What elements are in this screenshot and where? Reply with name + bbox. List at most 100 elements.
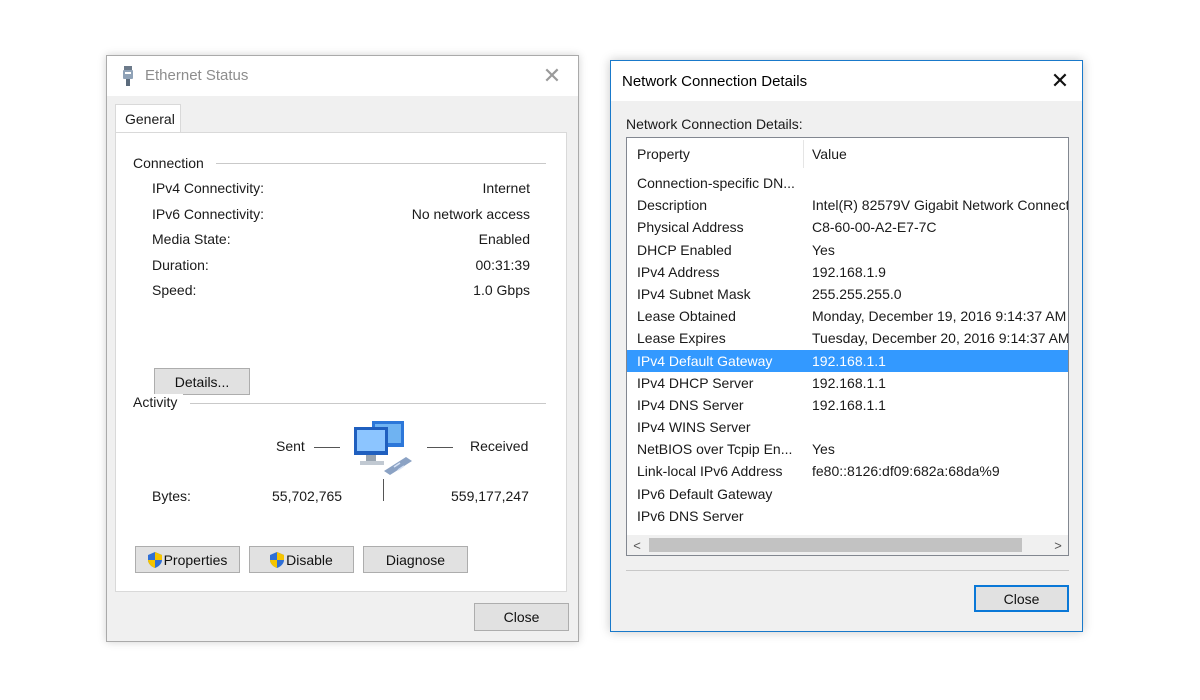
table-row[interactable]: IPv4 WINS Server [627, 416, 1068, 438]
horizontal-scrollbar[interactable]: < > [627, 535, 1068, 555]
scrollbar-thumb[interactable] [649, 538, 1022, 552]
speed-value: 1.0 Gbps [473, 282, 530, 298]
table-row[interactable]: IPv6 Default Gateway [627, 483, 1068, 505]
ethernet-status-window: Ethernet Status ✕ General Connection IPv… [106, 55, 579, 642]
window-title: Network Connection Details [622, 73, 808, 90]
table-row[interactable]: IPv4 DHCP Server 192.168.1.1 [627, 372, 1068, 394]
bytes-sent-value: 55,702,765 [272, 488, 343, 504]
property-cell: Description [637, 197, 708, 214]
properties-button[interactable]: Properties [135, 546, 240, 573]
bytes-received-value: 559,177,247 [451, 488, 529, 504]
details-titlebar: Network Connection Details ✕ [611, 61, 1082, 101]
value-cell: Monday, December 19, 2016 9:14:37 AM [812, 308, 1067, 325]
property-cell: IPv4 Default Gateway [637, 352, 773, 369]
property-cell: DHCP Enabled [637, 241, 732, 258]
uac-shield-icon [147, 551, 162, 568]
table-row[interactable]: Description Intel(R) 82579V Gigabit Netwo… [627, 194, 1068, 216]
value-cell: 255.255.255.0 [812, 285, 902, 302]
ipv6-connectivity-value: No network access [411, 206, 530, 222]
value-cell: Tuesday, December 20, 2016 9:14:37 AM [812, 330, 1069, 347]
ipv4-connectivity-label: IPv4 Connectivity: [152, 180, 265, 196]
disable-label: Disable [286, 551, 333, 568]
table-row[interactable]: IPv4 Default Gateway 192.168.1.1 [627, 349, 1068, 372]
column-header-value[interactable]: Value [812, 146, 847, 162]
received-dash [427, 447, 453, 448]
property-cell: IPv4 DHCP Server [637, 374, 754, 391]
property-cell: Physical Address [637, 219, 744, 236]
details-list-label: Network Connection Details: [626, 116, 803, 132]
property-cell: Link-local IPv6 Address [637, 463, 783, 480]
details-close-button[interactable]: Close [974, 585, 1069, 612]
chevron-left-icon[interactable]: < [627, 536, 647, 554]
disable-button[interactable]: Disable [249, 546, 354, 573]
column-separator[interactable] [803, 140, 804, 168]
table-row[interactable]: IPv6 DNS Server [627, 505, 1068, 527]
chevron-right-icon[interactable]: > [1048, 536, 1068, 554]
property-cell: IPv4 Address [637, 263, 720, 280]
property-cell: IPv4 Subnet Mask [637, 285, 751, 302]
table-row[interactable]: IPv4 DNS Server 192.168.1.1 [627, 394, 1068, 416]
received-label: Received [470, 438, 529, 454]
value-cell: 192.168.1.9 [812, 263, 886, 280]
property-cell: IPv6 Default Gateway [637, 485, 773, 502]
table-row[interactable]: IPv4 Address 192.168.1.9 [627, 261, 1068, 283]
activity-divider [190, 403, 546, 404]
uac-shield-icon [270, 551, 285, 568]
value-cell: 192.168.1.1 [812, 396, 886, 413]
table-row[interactable]: Physical Address C8-60-00-A2-E7-7C [627, 216, 1068, 238]
table-row[interactable]: DHCP Enabled Yes [627, 239, 1068, 261]
media-state-value: Enabled [478, 231, 530, 247]
table-row[interactable]: IPv4 Subnet Mask 255.255.255.0 [627, 283, 1068, 305]
connection-divider [216, 163, 546, 164]
connection-group-label: Connection [133, 155, 210, 171]
value-cell: fe80::8126:df09:682a:68da%9 [812, 463, 1000, 480]
tab-general[interactable]: General [115, 104, 181, 132]
column-header-property[interactable]: Property [637, 146, 690, 162]
ethernet-plug-icon [123, 66, 133, 86]
table-row[interactable]: Link-local IPv6 Address fe80::8126:df09:6… [627, 460, 1068, 482]
network-computers-icon [354, 421, 412, 475]
media-state-label: Media State: [152, 231, 231, 247]
table-row[interactable]: Lease Expires Tuesday, December 20, 2016 … [627, 327, 1068, 349]
footer-divider [626, 570, 1069, 571]
activity-separator [383, 479, 384, 501]
duration-label: Duration: [152, 257, 209, 273]
list-header: Property Value [627, 138, 1068, 170]
diagnose-button[interactable]: Diagnose [363, 546, 468, 573]
properties-label: Properties [163, 551, 228, 568]
value-cell: Yes [812, 241, 835, 258]
sent-label: Sent [276, 438, 305, 454]
property-cell: IPv4 WINS Server [637, 419, 751, 436]
table-row[interactable]: Connection-specific DN... [627, 172, 1068, 194]
property-cell: IPv6 DNS Server [637, 507, 744, 524]
ethernet-status-titlebar: Ethernet Status ✕ [107, 56, 578, 96]
speed-label: Speed: [152, 282, 197, 298]
value-cell: C8-60-00-A2-E7-7C [812, 219, 937, 236]
sent-dash [314, 447, 340, 448]
duration-value: 00:31:39 [475, 257, 531, 273]
activity-group-label: Activity [133, 394, 184, 410]
close-icon[interactable]: ✕ [1046, 67, 1074, 95]
table-row[interactable]: NetBIOS over Tcpip En... Yes [627, 438, 1068, 460]
property-cell: Lease Expires [637, 330, 726, 347]
ipv4-connectivity-value: Internet [482, 180, 530, 196]
ipv6-connectivity-label: IPv6 Connectivity: [152, 206, 265, 222]
close-icon[interactable]: ✕ [538, 62, 566, 90]
window-title: Ethernet Status [145, 67, 249, 84]
details-rows: Connection-specific DN... Description Inte… [627, 172, 1068, 527]
details-list[interactable]: Property Value Connection-specific DN...… [626, 137, 1069, 556]
value-cell: 192.168.1.1 [812, 352, 886, 369]
value-cell: 192.168.1.1 [812, 374, 886, 391]
bytes-label: Bytes: [152, 488, 191, 504]
property-cell: IPv4 DNS Server [637, 396, 744, 413]
property-cell: Lease Obtained [637, 308, 736, 325]
property-cell: NetBIOS over Tcpip En... [637, 441, 793, 458]
network-connection-details-window: Network Connection Details ✕ Network Con… [610, 60, 1083, 632]
close-button[interactable]: Close [474, 603, 569, 631]
property-cell: Connection-specific DN... [637, 175, 795, 191]
general-panel: Connection IPv4 Connectivity: Internet I… [115, 132, 567, 592]
value-cell: Yes [812, 441, 835, 458]
table-row[interactable]: Lease Obtained Monday, December 19, 2016 … [627, 305, 1068, 327]
value-cell: Intel(R) 82579V Gigabit Network Connect [812, 197, 1069, 214]
details-button[interactable]: Details... [154, 368, 250, 395]
